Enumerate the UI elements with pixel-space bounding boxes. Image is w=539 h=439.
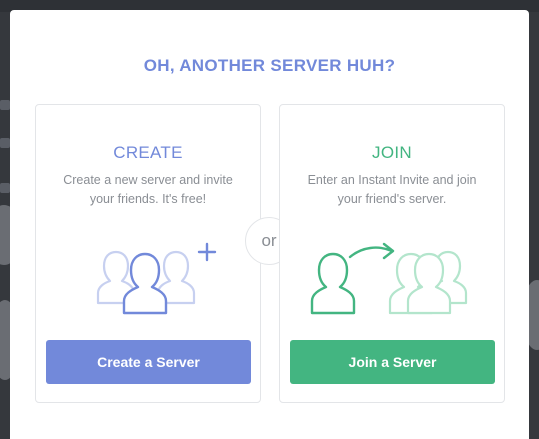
background-text-fragment — [0, 183, 10, 193]
join-description: Enter an Instant Invite and join your fr… — [307, 173, 477, 206]
create-server-button[interactable]: Create a Server — [46, 340, 251, 384]
create-or-join-modal: OH, ANOTHER SERVER HUH? CREATE Create a … — [10, 10, 529, 439]
or-label: or — [261, 231, 277, 250]
create-server-card: CREATE Create a new server and invite yo… — [35, 104, 261, 403]
join-heading: JOIN — [372, 143, 412, 162]
user-join-group-icon — [310, 242, 468, 315]
modal-title: OH, ANOTHER SERVER HUH? — [143, 56, 396, 75]
create-description: Create a new server and invite your frie… — [63, 173, 233, 206]
join-server-card: JOIN Enter an Instant Invite and join yo… — [279, 104, 505, 403]
background-text-fragment — [0, 100, 10, 110]
create-heading: CREATE — [113, 143, 183, 162]
users-plus-icon — [96, 242, 217, 315]
background-text-fragment — [0, 138, 10, 148]
join-server-button[interactable]: Join a Server — [290, 340, 495, 384]
